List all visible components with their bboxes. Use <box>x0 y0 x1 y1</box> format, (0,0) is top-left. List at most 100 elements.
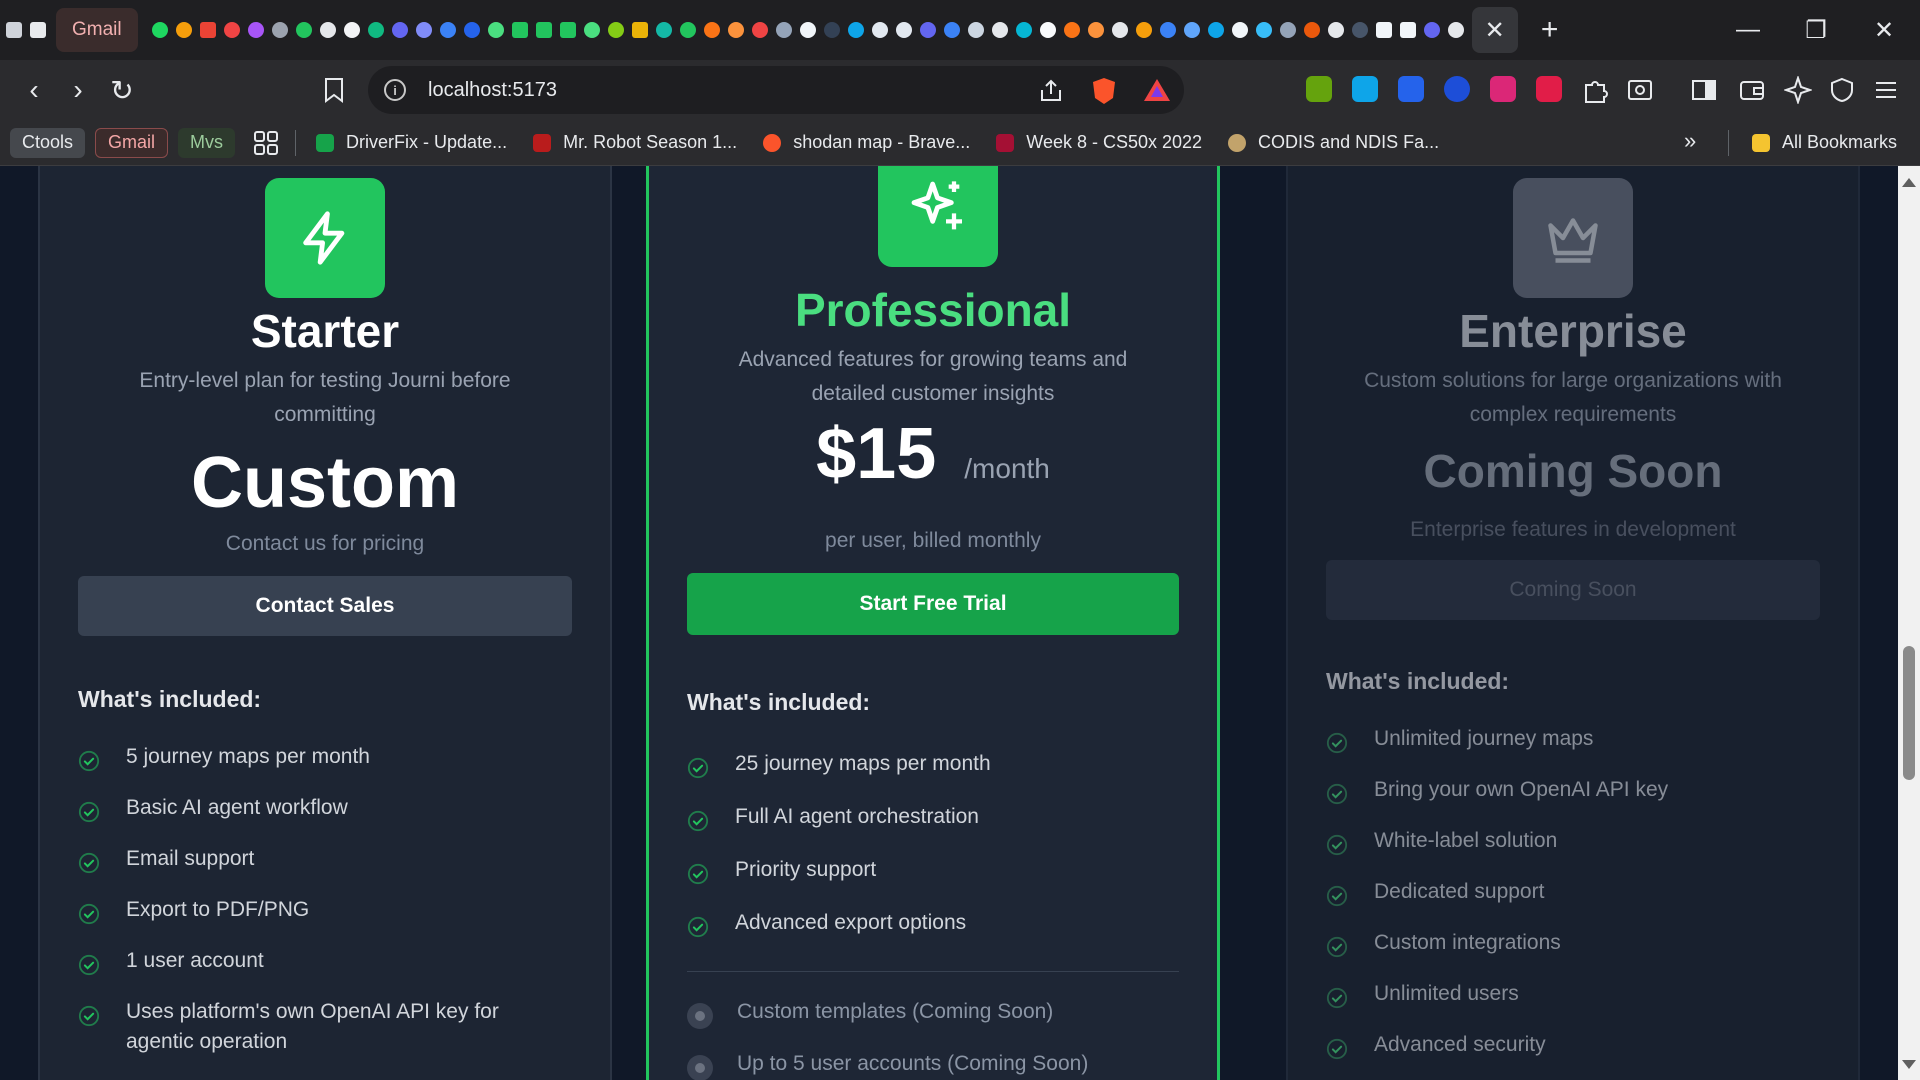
tab-favicon-icon[interactable] <box>1183 22 1200 38</box>
close-window-button[interactable]: ✕ <box>1864 10 1904 50</box>
bookmark-item[interactable]: Mr. Robot Season 1... <box>533 132 737 153</box>
screenshot-icon[interactable] <box>1626 76 1654 104</box>
tab-favicon-icon[interactable] <box>1159 22 1176 38</box>
tab-favicon-icon[interactable] <box>1207 22 1224 38</box>
coming-soon-button[interactable]: Coming Soon <box>1326 560 1820 620</box>
menu-icon[interactable] <box>1872 76 1900 104</box>
brave-rewards-icon[interactable] <box>1142 76 1172 104</box>
extension-u-icon[interactable] <box>1536 76 1562 102</box>
spotify-icon[interactable] <box>151 22 168 38</box>
tab-favicon-icon[interactable] <box>271 22 288 38</box>
tab-favicon-icon[interactable] <box>991 22 1008 38</box>
tab-favicon-icon[interactable] <box>175 22 192 38</box>
tab-favicon-icon[interactable] <box>1303 22 1320 38</box>
tab-favicon-icon[interactable] <box>247 22 264 38</box>
tab-favicon-icon[interactable] <box>703 22 720 38</box>
bookmark-item[interactable]: CODIS and NDIS Fa... <box>1228 132 1439 153</box>
forward-button[interactable]: › <box>58 70 98 110</box>
tab-favicon-icon[interactable] <box>295 22 312 38</box>
tab-favicon-icon[interactable] <box>559 22 576 38</box>
bookmark-chip[interactable]: Gmail <box>95 127 169 158</box>
tab-favicon-icon[interactable] <box>1351 22 1368 38</box>
extension-chart-icon[interactable] <box>1306 76 1332 102</box>
back-button[interactable]: ‹ <box>14 70 54 110</box>
tab-favicon-icon[interactable] <box>487 22 504 38</box>
page-scrollbar[interactable] <box>1898 166 1920 1080</box>
tab-favicon-icon[interactable] <box>6 22 22 38</box>
tab-favicon-icon[interactable] <box>1135 22 1152 38</box>
bookmark-button[interactable] <box>314 70 354 110</box>
scroll-up-arrow-icon[interactable] <box>1902 178 1916 187</box>
tab-favicon-icon[interactable] <box>415 22 432 38</box>
tab-favicon-icon[interactable] <box>1255 22 1272 38</box>
tab-favicon-icon[interactable] <box>367 22 384 38</box>
apps-grid-icon[interactable] <box>253 130 279 156</box>
tab-favicon-icon[interactable] <box>1327 22 1344 38</box>
tab-favicon-icon[interactable] <box>583 22 600 38</box>
tab-favicon-icon[interactable] <box>1279 22 1296 38</box>
extension-rewind-icon[interactable] <box>1398 76 1424 102</box>
vpn-shield-icon[interactable] <box>1828 76 1856 104</box>
tab-gmail[interactable]: Gmail <box>56 8 138 52</box>
all-bookmarks-button[interactable]: All Bookmarks <box>1752 132 1897 153</box>
minimize-button[interactable]: — <box>1728 10 1768 50</box>
tab-favicon-icon[interactable] <box>1231 22 1248 38</box>
tab-favicon-icon[interactable] <box>1399 22 1416 38</box>
tab-favicon-icon[interactable] <box>919 22 936 38</box>
tab-favicon-icon[interactable] <box>607 22 624 38</box>
extension-c-icon[interactable] <box>1444 76 1470 102</box>
tab-favicon-icon[interactable] <box>1447 22 1464 38</box>
tab-favicon-icon[interactable] <box>727 22 744 38</box>
scroll-down-arrow-icon[interactable] <box>1902 1060 1916 1069</box>
tab-favicon-icon[interactable] <box>535 22 552 38</box>
mail-icon[interactable] <box>199 22 216 38</box>
new-tab-button[interactable]: + <box>1530 10 1570 50</box>
tab-favicon-icon[interactable] <box>1015 22 1032 38</box>
site-info-icon[interactable]: i <box>384 79 406 101</box>
bookmark-item[interactable]: shodan map - Brave... <box>763 132 970 153</box>
url-text[interactable]: localhost:5173 <box>428 79 557 102</box>
scrollbar-thumb[interactable] <box>1903 646 1915 780</box>
tab-favicon-icon[interactable] <box>847 22 864 38</box>
double-chevron-right-icon[interactable]: » <box>1684 128 1696 154</box>
wallet-icon[interactable] <box>1738 76 1766 104</box>
brave-shield-icon[interactable] <box>1090 76 1118 106</box>
contact-sales-button[interactable]: Contact Sales <box>78 576 572 636</box>
github-icon[interactable] <box>343 22 360 38</box>
puzzle-icon[interactable] <box>1582 76 1610 104</box>
tab-favicon-icon[interactable] <box>439 22 456 38</box>
address-bar[interactable]: i localhost:5173 <box>368 66 1184 114</box>
tab-favicon-icon[interactable] <box>391 22 408 38</box>
extension-up-icon[interactable] <box>1352 76 1378 102</box>
tab-favicon-icon[interactable] <box>967 22 984 38</box>
tab-favicon-icon[interactable] <box>1111 22 1128 38</box>
tab-favicon-icon[interactable] <box>511 22 528 38</box>
bookmark-chip[interactable]: Ctools <box>10 127 86 158</box>
tab-favicon-icon[interactable] <box>1039 22 1056 38</box>
bookmark-item[interactable]: Week 8 - CS50x 2022 <box>996 132 1202 153</box>
tab-favicon-icon[interactable] <box>655 22 672 38</box>
tab-favicon-icon[interactable] <box>799 22 816 38</box>
tab-close-button[interactable]: ✕ <box>1471 7 1518 53</box>
sidebar-icon[interactable] <box>1690 76 1718 104</box>
share-icon[interactable] <box>1038 78 1064 104</box>
restore-button[interactable]: ❐ <box>1796 10 1836 50</box>
tab-favicon-icon[interactable] <box>1087 22 1104 38</box>
tab-favicon-icon[interactable] <box>751 22 768 38</box>
tab-favicon-icon[interactable] <box>631 22 648 38</box>
tab-favicon-icon[interactable] <box>679 22 696 38</box>
tab-favicon-icon[interactable] <box>943 22 960 38</box>
tab-favicon-icon[interactable] <box>1423 22 1440 38</box>
bookmark-chip[interactable]: Mvs <box>178 127 236 158</box>
tab-favicon-icon[interactable] <box>895 22 912 38</box>
tab-favicon-icon[interactable] <box>1063 22 1080 38</box>
extension-grid-icon[interactable] <box>1490 76 1516 102</box>
tab-favicon-icon[interactable] <box>1375 22 1392 38</box>
leo-ai-icon[interactable] <box>1784 76 1812 104</box>
start-free-trial-button[interactable]: Start Free Trial <box>687 573 1179 635</box>
tab-favicon-icon[interactable] <box>823 22 840 38</box>
tab-favicon-icon[interactable] <box>319 22 336 38</box>
tab-favicon-icon[interactable] <box>463 22 480 38</box>
tab-favicon-icon[interactable] <box>223 22 240 38</box>
reload-button[interactable]: ↻ <box>102 70 142 110</box>
